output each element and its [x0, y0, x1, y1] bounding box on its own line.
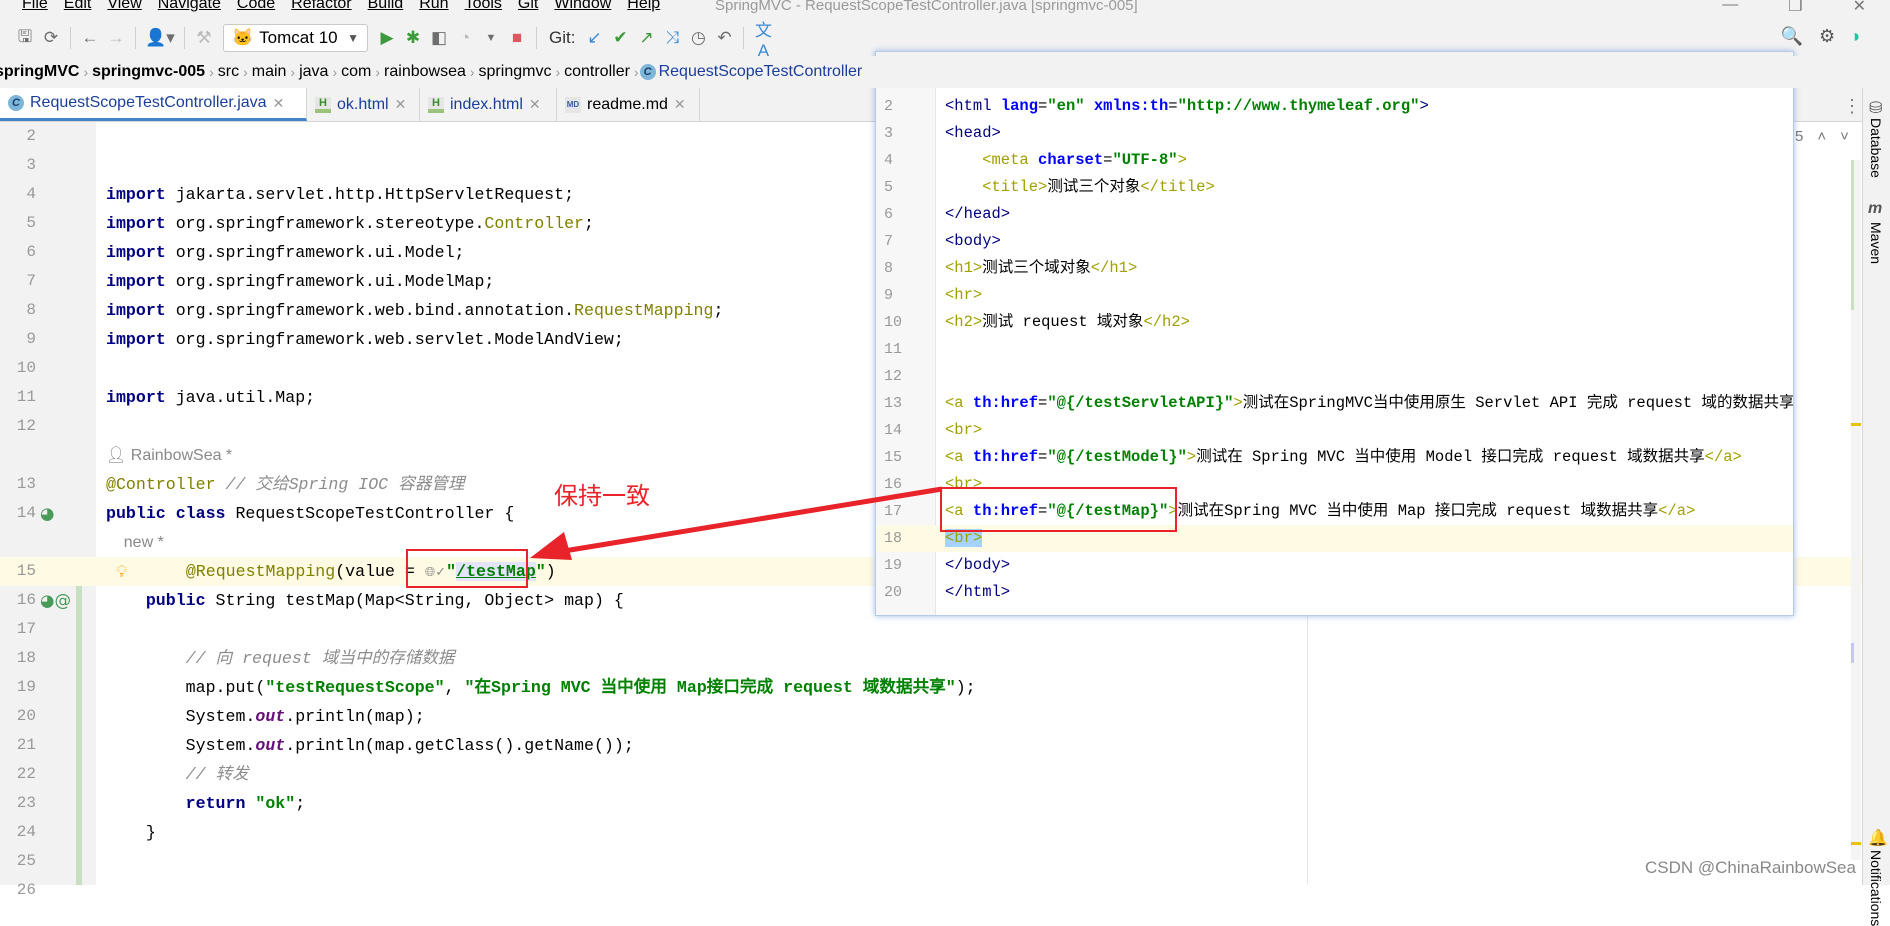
- chevron-right-icon: ›: [633, 64, 639, 80]
- chevron-right-icon: ›: [332, 64, 338, 80]
- chevron-right-icon: ›: [375, 64, 381, 80]
- breadcrumb-item[interactable]: rainbowsea: [381, 63, 469, 81]
- breadcrumb-item[interactable]: RequestScopeTestController: [655, 63, 867, 81]
- breadcrumb-item[interactable]: src: [215, 63, 242, 81]
- chevron-right-icon: ›: [469, 64, 475, 80]
- breadcrumb-item[interactable]: springmvc-005: [89, 63, 208, 81]
- breadcrumb-item[interactable]: java: [296, 63, 331, 81]
- breadcrumb-item[interactable]: springMVC: [0, 63, 82, 81]
- class-icon: C: [639, 64, 656, 80]
- arrow-head: [530, 532, 572, 560]
- annotation-label: 保持一致: [554, 482, 650, 510]
- breadcrumb-item[interactable]: controller: [561, 63, 633, 81]
- breadcrumb-item[interactable]: springmvc: [476, 63, 555, 81]
- annotation-arrow: [530, 486, 943, 560]
- breadcrumb-item[interactable]: main: [249, 63, 290, 81]
- breadcrumb-item[interactable]: com: [338, 63, 374, 81]
- chevron-right-icon: ›: [555, 64, 561, 80]
- watermark: CSDN @ChinaRainbowSea: [1645, 858, 1856, 877]
- breadcrumb: springMVC › springmvc-005 › src › main › jav…: [0, 56, 1890, 88]
- chevron-right-icon: ›: [83, 64, 89, 80]
- chevron-right-icon: ›: [290, 64, 296, 80]
- chevron-right-icon: ›: [243, 64, 248, 80]
- chevron-right-icon: ›: [209, 64, 214, 80]
